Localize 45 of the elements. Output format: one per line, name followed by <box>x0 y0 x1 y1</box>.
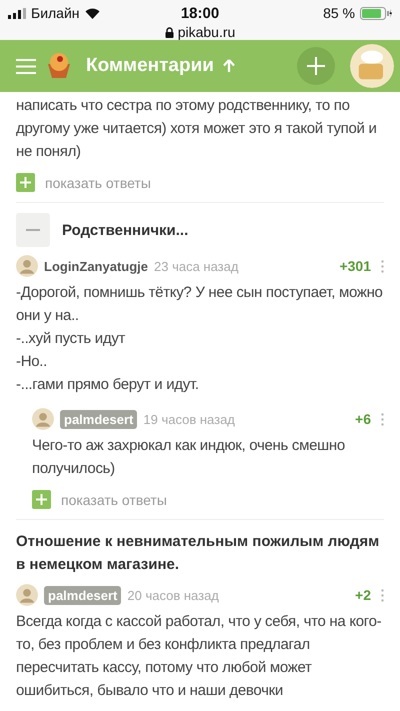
menu-icon[interactable] <box>16 58 36 74</box>
expand-icon[interactable] <box>16 173 35 192</box>
page-title[interactable]: Комментарии <box>86 55 214 77</box>
more-icon[interactable] <box>381 588 384 602</box>
lock-icon <box>164 26 174 38</box>
comment-time: 20 часов назад <box>127 588 219 602</box>
show-replies-link[interactable]: показать ответы <box>45 174 151 190</box>
show-replies-link[interactable]: показать ответы <box>61 492 167 508</box>
collapse-button[interactable] <box>16 213 50 247</box>
add-button[interactable] <box>297 47 335 85</box>
more-icon[interactable] <box>381 260 384 272</box>
sort-arrow-icon[interactable] <box>222 59 235 73</box>
comment-text: -..хуй пусть идут <box>16 329 126 349</box>
author-name[interactable]: palmdesert <box>44 586 122 604</box>
comment-text: -...гами прямо берут и идут. <box>16 375 200 395</box>
comment-text: написать что сестра по этому родственнику, то по другому уже читается) хотя может это я такой тупой и не понял) <box>16 96 378 162</box>
user-avatar[interactable] <box>16 255 38 277</box>
author-name[interactable]: palmdesert <box>60 410 138 428</box>
page-url: pikabu.ru <box>178 24 236 40</box>
wifi-icon <box>84 8 100 18</box>
expand-icon[interactable] <box>32 490 51 509</box>
comment-rating: +301 <box>339 258 371 274</box>
post-title[interactable]: Родственнички... <box>62 218 188 242</box>
more-icon[interactable] <box>381 412 384 426</box>
user-avatar[interactable] <box>32 408 54 430</box>
author-name[interactable]: LoginZanyatugje <box>44 258 148 274</box>
comment-rating: +2 <box>355 587 371 603</box>
carrier-name: Билайн <box>31 5 80 21</box>
logo[interactable] <box>45 52 73 80</box>
comment-time: 19 часов назад <box>143 412 235 426</box>
comment-text: -Дорогой, помнишь тётку? У нее сын поступает, можно они у на.. <box>16 283 384 326</box>
signal-icon <box>8 8 26 18</box>
battery-percent: 85 % <box>323 5 355 21</box>
post-title[interactable]: Отношение к невнимательным пожилым людям в немецком магазине. <box>16 530 384 576</box>
minus-icon <box>26 229 40 231</box>
plus-icon <box>307 57 325 75</box>
profile-avatar[interactable] <box>350 44 394 88</box>
comment-text: Всегда когда с кассой работал, что у себя, что на кого-то, без проблем и без конфликта предлагал пересчитать кассу, потому что любой может ошибиться, бывало что и наши девочки <box>16 612 382 701</box>
comment-text: Чего-то аж захрюкал как индюк, очень смешно получилось) <box>32 436 346 479</box>
comment-text: -Но.. <box>16 352 48 372</box>
comment-rating: +6 <box>355 411 371 427</box>
comment-time: 23 часа назад <box>154 258 238 274</box>
battery-icon <box>360 6 392 20</box>
clock: 18:00 <box>180 4 220 22</box>
user-avatar[interactable] <box>16 584 38 606</box>
